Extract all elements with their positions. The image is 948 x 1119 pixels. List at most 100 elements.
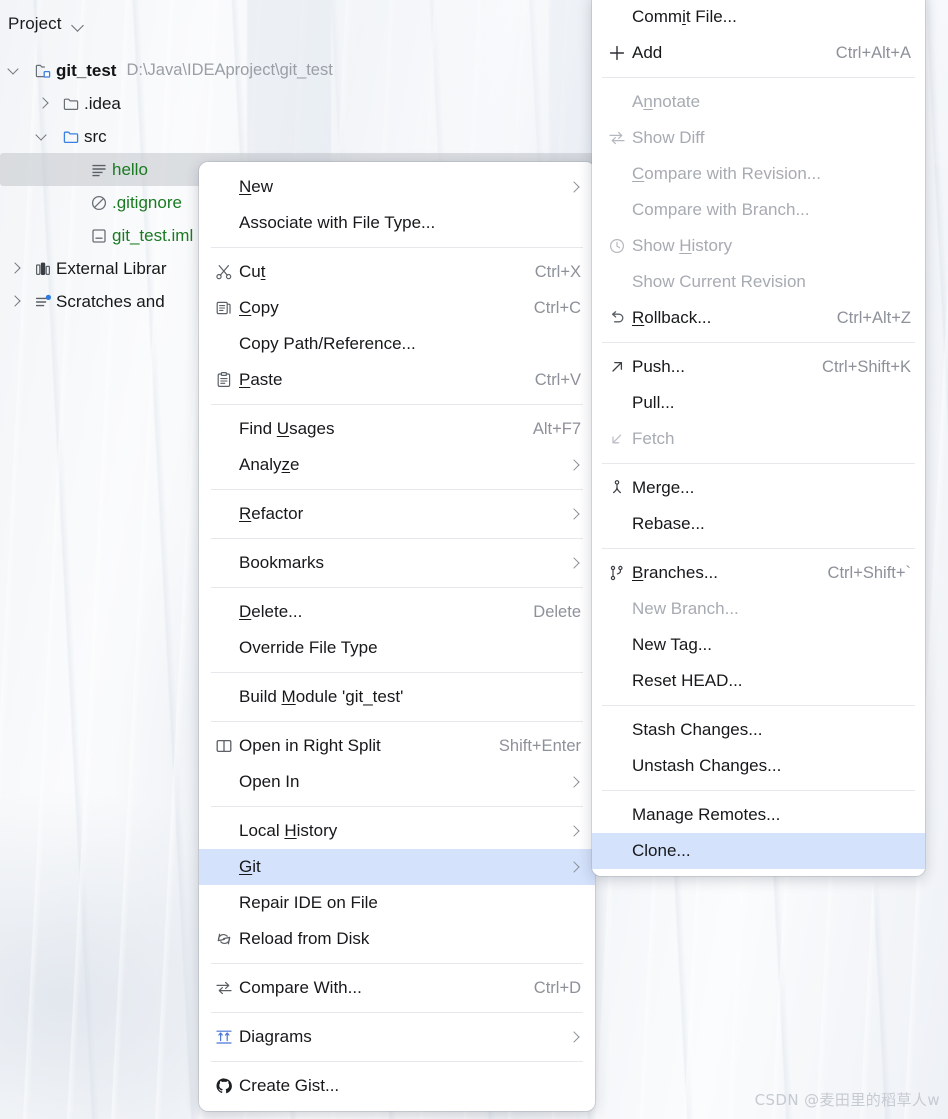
menu-item-label: Annotate <box>632 92 701 111</box>
menu-item-label: Branches... <box>632 563 718 582</box>
menu-icon-placeholder <box>602 719 632 741</box>
menu-item-fetch: Fetch <box>592 421 925 457</box>
menu-item-cut[interactable]: Cut Ctrl+X <box>199 254 595 290</box>
menu-item-new-tag[interactable]: New Tag... <box>592 627 925 663</box>
menu-icon-placeholder <box>209 771 239 793</box>
menu-icon-placeholder <box>602 670 632 692</box>
menu-item-label: Find Usages <box>239 419 335 438</box>
tree-item-path: D:\Java\IDEAproject\git_test <box>126 61 333 79</box>
menu-item-git[interactable]: Git <box>199 849 595 885</box>
menu-separator <box>602 790 915 791</box>
merge-icon <box>602 477 632 499</box>
twisty-right-icon[interactable] <box>0 285 30 318</box>
menu-item-open-in-right-split[interactable]: Open in Right Split Shift+Enter <box>199 728 595 764</box>
menu-icon-placeholder <box>209 176 239 198</box>
menu-item-label: New Tag... <box>632 635 713 654</box>
menu-separator <box>602 548 915 549</box>
menu-separator <box>602 463 915 464</box>
menu-item-manage-remotes[interactable]: Manage Remotes... <box>592 797 925 833</box>
menu-icon-placeholder <box>209 333 239 355</box>
menu-item-copy-path-reference[interactable]: Copy Path/Reference... <box>199 326 595 362</box>
menu-item-rollback[interactable]: Rollback... Ctrl+Alt+Z <box>592 300 925 336</box>
menu-item-clone[interactable]: Clone... <box>592 833 925 869</box>
menu-item-reload-from-disk[interactable]: Reload from Disk <box>199 921 595 957</box>
tree-item-idea[interactable]: .idea <box>0 87 600 120</box>
menu-item-find-usages[interactable]: Find Usages Alt+F7 <box>199 411 595 447</box>
menu-item-shortcut: Ctrl+D <box>533 978 581 997</box>
menu-item-add[interactable]: Add Ctrl+Alt+A <box>592 35 925 71</box>
twisty-right-icon[interactable] <box>28 87 58 120</box>
menu-item-associate-with-file-type[interactable]: Associate with File Type... <box>199 205 595 241</box>
twisty-right-icon[interactable] <box>0 252 30 285</box>
menu-icon-placeholder <box>209 454 239 476</box>
menu-icon-placeholder <box>209 686 239 708</box>
menu-icon-placeholder <box>602 271 632 293</box>
tree-item-src[interactable]: src <box>0 120 600 153</box>
folder-icon <box>58 95 84 113</box>
menu-item-bookmarks[interactable]: Bookmarks <box>199 545 595 581</box>
menu-item-copy[interactable]: Copy Ctrl+C <box>199 290 595 326</box>
tree-item-git_test[interactable]: git_test D:\Java\IDEAproject\git_test <box>0 54 600 87</box>
scissors-icon <box>209 261 239 283</box>
tree-item-label: hello <box>112 159 148 179</box>
branch-icon <box>602 562 632 584</box>
menu-item-compare-with[interactable]: Compare With... Ctrl+D <box>199 970 595 1006</box>
menu-item-label: Clone... <box>632 841 691 860</box>
menu-separator <box>211 806 583 807</box>
menu-item-label: Rollback... <box>632 308 712 327</box>
page-title: Project <box>8 14 62 33</box>
chevron-down-icon[interactable] <box>72 19 85 32</box>
menu-item-refactor[interactable]: Refactor <box>199 496 595 532</box>
menu-separator <box>211 1061 583 1062</box>
menu-separator <box>211 538 583 539</box>
menu-item-paste[interactable]: Paste Ctrl+V <box>199 362 595 398</box>
tree-item-label: src <box>84 126 107 146</box>
project-header: Project <box>0 0 600 48</box>
menu-icon-placeholder <box>209 892 239 914</box>
menu-item-open-in[interactable]: Open In <box>199 764 595 800</box>
menu-separator <box>602 705 915 706</box>
menu-item-label: Repair IDE on File <box>239 893 378 912</box>
menu-icon-placeholder <box>209 503 239 525</box>
menu-item-delete[interactable]: Delete... Delete <box>199 594 595 630</box>
menu-icon-placeholder <box>209 856 239 878</box>
menu-item-push[interactable]: Push... Ctrl+Shift+K <box>592 349 925 385</box>
menu-item-create-gist[interactable]: Create Gist... <box>199 1068 595 1104</box>
menu-item-branches[interactable]: Branches... Ctrl+Shift+` <box>592 555 925 591</box>
menu-item-shortcut: Alt+F7 <box>532 419 581 438</box>
menu-item-diagrams[interactable]: Diagrams <box>199 1019 595 1055</box>
tree-item-label: git_test <box>56 60 117 80</box>
menu-item-label: Bookmarks <box>239 553 325 572</box>
github-icon <box>209 1075 239 1097</box>
menu-item-build-module-git-test[interactable]: Build Module 'git_test' <box>199 679 595 715</box>
menu-item-label: Compare with Revision... <box>632 164 821 183</box>
twisty-placeholder <box>56 186 86 219</box>
menu-item-local-history[interactable]: Local History <box>199 813 595 849</box>
project-module-icon <box>30 62 56 80</box>
menu-separator <box>602 77 915 78</box>
plus-icon <box>602 42 632 64</box>
menu-item-stash-changes[interactable]: Stash Changes... <box>592 712 925 748</box>
twisty-down-icon[interactable] <box>28 120 58 153</box>
menu-item-repair-ide-on-file[interactable]: Repair IDE on File <box>199 885 595 921</box>
menu-item-show-history: Show History <box>592 228 925 264</box>
menu-separator <box>211 672 583 673</box>
menu-item-compare-with-revision: Compare with Revision... <box>592 156 925 192</box>
menu-item-override-file-type[interactable]: Override File Type <box>199 630 595 666</box>
menu-item-analyze[interactable]: Analyze <box>199 447 595 483</box>
menu-item-unstash-changes[interactable]: Unstash Changes... <box>592 748 925 784</box>
menu-icon-placeholder <box>209 212 239 234</box>
menu-item-merge[interactable]: Merge... <box>592 470 925 506</box>
copy-icon <box>209 297 239 319</box>
menu-item-label: Manage Remotes... <box>632 805 781 824</box>
menu-item-commit-file[interactable]: Commit File... <box>592 0 925 35</box>
menu-icon-placeholder <box>602 91 632 113</box>
menu-item-reset-head[interactable]: Reset HEAD... <box>592 663 925 699</box>
twisty-down-icon[interactable] <box>0 54 30 87</box>
menu-item-rebase[interactable]: Rebase... <box>592 506 925 542</box>
menu-item-label: Merge... <box>632 478 695 497</box>
menu-item-pull[interactable]: Pull... <box>592 385 925 421</box>
menu-separator <box>211 587 583 588</box>
menu-item-new[interactable]: New <box>199 169 595 205</box>
twisty-placeholder <box>56 153 86 186</box>
